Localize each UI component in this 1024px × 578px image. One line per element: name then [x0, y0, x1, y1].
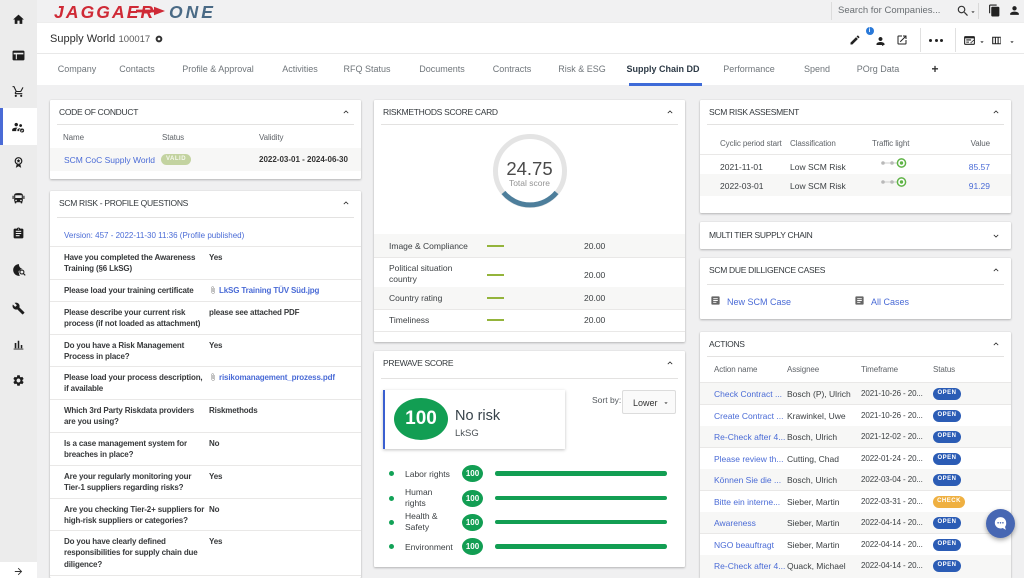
- svg-text:ONE: ONE: [169, 2, 216, 21]
